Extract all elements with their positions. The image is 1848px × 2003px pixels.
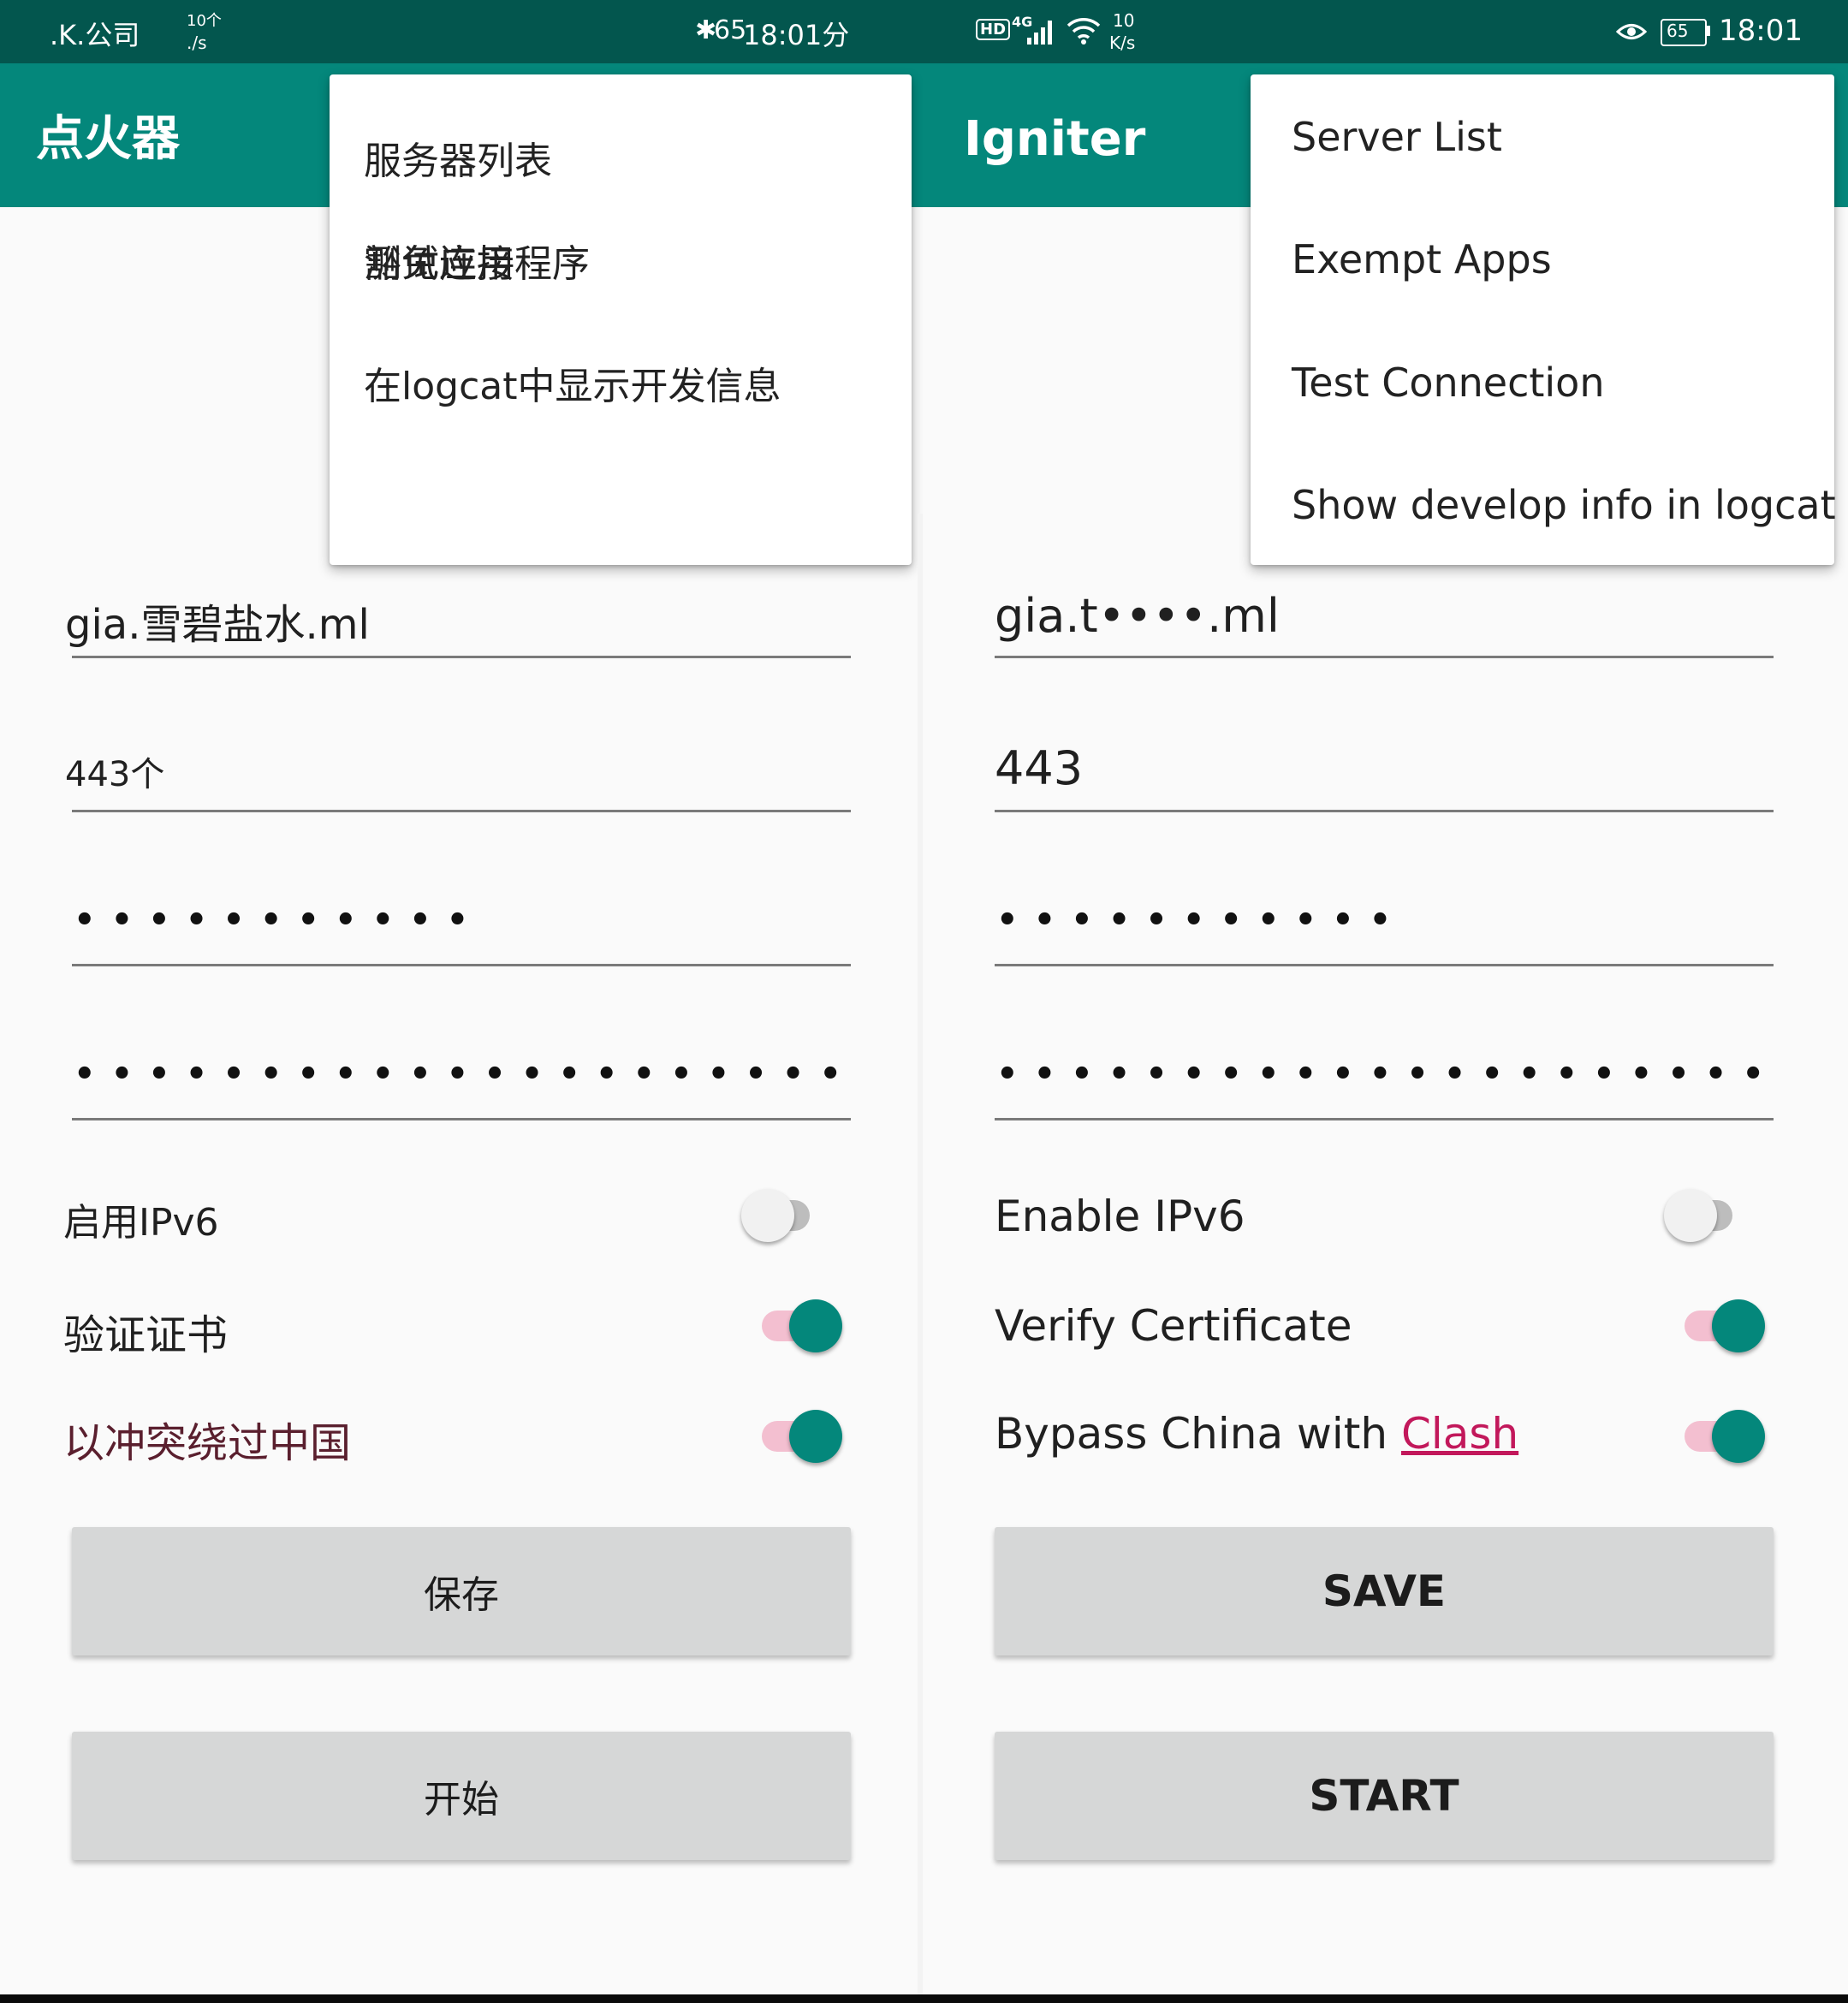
verify-certificate-switch[interactable]	[1683, 1296, 1765, 1356]
save-button[interactable]: 保存	[72, 1527, 851, 1655]
switch-thumb	[789, 1410, 842, 1463]
clock: 18:01分	[743, 19, 850, 51]
start-button[interactable]: 开始	[72, 1732, 851, 1860]
menu-item-label: Show develop info in logcat	[1292, 482, 1836, 528]
menu-item-label: Test Connection	[1292, 360, 1605, 406]
server-address-field[interactable]	[995, 647, 1774, 658]
bypass-china-switch[interactable]	[760, 1406, 842, 1466]
verify-certificate-switch[interactable]	[760, 1296, 842, 1356]
server-port-value[interactable]: 443	[995, 741, 1083, 795]
menu-item-label: Server List	[1292, 114, 1502, 160]
password-confirm-value[interactable]: ••••••••••••••••••••••••••••	[74, 1055, 851, 1094]
menu-item-server-list[interactable]: 服务器列表	[330, 106, 912, 209]
app-title: 点火器	[36, 111, 180, 167]
switch-thumb	[1712, 1410, 1765, 1463]
save-button[interactable]: SAVE	[995, 1527, 1774, 1655]
eye-comfort-icon	[1616, 24, 1647, 39]
status-number: 65	[714, 15, 747, 45]
server-address-field[interactable]	[72, 647, 851, 658]
password-confirm-field[interactable]	[995, 1109, 1774, 1120]
server-address-value[interactable]: gia.t••••.ml	[995, 589, 1280, 643]
wifi-icon	[1067, 18, 1101, 45]
bypass-china-label: Bypass China with Clash	[995, 1409, 1518, 1459]
menu-item-label: 在logcat中显示开发信息	[364, 365, 781, 408]
password-field[interactable]	[72, 955, 851, 966]
clock: 18:01	[1719, 14, 1803, 48]
verify-certificate-label: Verify Certificate	[995, 1301, 1352, 1351]
password-value[interactable]: ••••••••••••••	[74, 900, 476, 940]
enable-ipv6-switch[interactable]	[1664, 1186, 1746, 1245]
app-title: Igniter	[964, 111, 1146, 167]
switch-thumb	[789, 1299, 842, 1352]
menu-item-test-connection[interactable]: Test Connection	[1251, 331, 1834, 434]
verify-certificate-label: 验证证书	[63, 1311, 229, 1359]
network-speed-top: 10	[1113, 10, 1135, 31]
menu-item-server-list[interactable]: Server List	[1251, 86, 1834, 188]
signal-icon	[1027, 21, 1052, 45]
server-port-field[interactable]	[72, 801, 851, 812]
switch-thumb	[741, 1189, 794, 1242]
password-confirm-field[interactable]	[72, 1109, 851, 1120]
password-confirm-value[interactable]: ••••••••••••••••••••••••••••	[996, 1055, 1774, 1094]
enable-ipv6-label: 启用IPv6	[63, 1201, 219, 1245]
start-button[interactable]: START	[995, 1732, 1774, 1860]
server-address-value[interactable]: gia.雪碧盐水.ml	[65, 591, 370, 651]
menu-item-develop-info[interactable]: Show develop info in logcat	[1251, 454, 1836, 556]
bypass-china-switch[interactable]	[1683, 1406, 1765, 1466]
battery-level: 65	[1667, 21, 1689, 41]
screenshot-right-english: HD 4G 10 K/s 65 18:01 Igniter gia.t••••.…	[923, 0, 1848, 1994]
server-port-value[interactable]: 443个	[65, 746, 164, 796]
network-speed-top: 10个	[187, 12, 222, 30]
status-bar: HD 4G 10 K/s 65 18:01	[923, 0, 1848, 63]
overflow-menu: 服务器列表 豁免应用程序 测试连接 在logcat中显示开发信息	[330, 74, 912, 565]
clash-link[interactable]: Clash	[1401, 1409, 1518, 1459]
menu-item-exempt-apps[interactable]: Exempt Apps	[1251, 208, 1834, 311]
enable-ipv6-switch[interactable]	[741, 1186, 823, 1245]
enable-ipv6-label: Enable IPv6	[995, 1192, 1245, 1241]
bypass-china-label: 以冲突绕过中国	[63, 1419, 352, 1467]
network-speed-bottom: K/s	[1109, 33, 1136, 53]
password-value[interactable]: ••••••••••••••	[996, 900, 1399, 940]
menu-item-label: Exempt Apps	[1292, 236, 1552, 282]
menu-item-develop-info[interactable]: 在logcat中显示开发信息	[330, 331, 912, 434]
screenshot-left-chinese: .K.公司 10个 ./s ✱ 65 18:01分 点火器 gia.雪碧盐水.m…	[0, 0, 923, 1994]
menu-item-label: 测试连接	[364, 242, 514, 286]
password-field[interactable]	[995, 955, 1774, 966]
bypass-china-label-text: Bypass China with	[995, 1409, 1401, 1459]
battery-tip	[1707, 26, 1710, 36]
switch-thumb	[1712, 1299, 1765, 1352]
status-bar: .K.公司 10个 ./s ✱ 65 18:01分	[0, 0, 923, 63]
hd-badge: HD	[976, 19, 1011, 40]
menu-item-test-connection[interactable]: 测试连接	[330, 209, 912, 312]
overflow-menu: Server List Exempt Apps Test Connection …	[1251, 74, 1836, 565]
server-port-field[interactable]	[995, 801, 1774, 812]
battery-icon: 65	[1661, 19, 1707, 46]
switch-thumb	[1664, 1189, 1717, 1242]
network-speed-bottom: ./s	[187, 33, 207, 53]
carrier-label: .K.公司	[50, 19, 140, 51]
menu-item-label: 服务器列表	[364, 140, 552, 183]
